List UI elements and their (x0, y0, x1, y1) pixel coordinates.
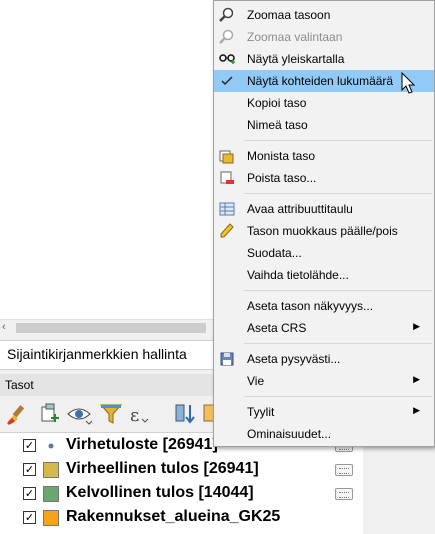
menu-item-duplicate-layer[interactable]: Monista taso (214, 145, 434, 167)
menu-item-set-layer-visibility[interactable]: Aseta tason näkyvyys... (214, 295, 434, 317)
menu-separator (244, 140, 432, 141)
table-icon (219, 201, 235, 217)
pencil-icon (219, 223, 235, 239)
style-brush-icon[interactable] (4, 401, 30, 427)
glasses-icon (219, 51, 235, 67)
add-group-icon[interactable] (36, 401, 62, 427)
submenu-arrow-icon: ▶ (413, 405, 420, 415)
layers-panel-header: Tasot (0, 374, 215, 396)
remove-layer-icon (219, 170, 235, 186)
layer-tree-scrollbar[interactable] (363, 432, 435, 534)
layer-row[interactable]: ✓ Kelvollinen tulos [14044] (0, 482, 363, 506)
layers-panel-title: Tasot (5, 378, 34, 392)
layers-toolbar: ε (0, 398, 215, 430)
layer-name: Kelvollinen tulos [14044] (66, 484, 254, 501)
polygon-symbol-icon (43, 486, 59, 502)
horizontal-scrollbar[interactable]: ‹ (0, 319, 215, 336)
menu-item-change-data-source[interactable]: Vaihda tietolähde... (214, 264, 434, 286)
check-icon (219, 73, 235, 89)
layer-tree: ✓ Virhetuloste [26941] ✓ Virheellinen tu… (0, 432, 363, 534)
filter-icon[interactable] (98, 401, 124, 427)
layer-row[interactable]: ✓ Rakennukset_alueina_GK25 (0, 506, 363, 530)
feature-count-badge-icon (335, 464, 353, 476)
menu-item-export[interactable]: Vie ▶ (214, 370, 434, 392)
point-symbol-icon (43, 438, 59, 454)
menu-separator (244, 290, 432, 291)
polygon-symbol-icon (43, 462, 59, 478)
bookmarks-panel-title: Sijaintikirjanmerkkien hallinta (7, 346, 187, 362)
menu-item-rename-layer[interactable]: Nimeä taso (214, 114, 434, 136)
menu-item-open-attribute-table[interactable]: Avaa attribuuttitaulu (214, 198, 434, 220)
layer-name: Virhetuloste [26941] (66, 436, 218, 453)
zoom-icon (219, 7, 235, 23)
menu-separator (244, 343, 432, 344)
browser-panel (0, 0, 215, 319)
menu-separator (244, 193, 432, 194)
layer-visibility-checkbox[interactable]: ✓ (23, 511, 36, 524)
layer-visibility-checkbox[interactable]: ✓ (23, 439, 36, 452)
layer-name: Virheellinen tulos [26941] (66, 460, 259, 477)
menu-item-show-in-overview[interactable]: Näytä yleiskartalla (214, 48, 434, 70)
menu-separator (244, 396, 432, 397)
bookmarks-panel-tab[interactable]: Sijaintikirjanmerkkien hallinta (0, 340, 215, 370)
layer-visibility-checkbox[interactable]: ✓ (23, 487, 36, 500)
menu-item-set-crs[interactable]: Aseta CRS ▶ (214, 317, 434, 339)
submenu-arrow-icon: ▶ (413, 321, 420, 331)
zoom-selection-icon (219, 29, 235, 45)
menu-item-filter[interactable]: Suodata... (214, 242, 434, 264)
duplicate-icon (219, 148, 235, 164)
menu-item-zoom-to-selection[interactable]: Zoomaa valintaan (214, 26, 434, 48)
menu-item-zoom-to-layer[interactable]: Zoomaa tasoon (214, 4, 434, 26)
expand-all-icon[interactable] (172, 401, 198, 427)
layer-visibility-checkbox[interactable]: ✓ (23, 463, 36, 476)
svg-text:ε: ε (130, 405, 139, 426)
menu-item-make-permanent[interactable]: Aseta pysyvästi... (214, 348, 434, 370)
eye-icon[interactable] (66, 401, 93, 427)
mouse-cursor-icon (401, 71, 417, 96)
menu-item-properties[interactable]: Ominaisuudet... (214, 423, 434, 445)
expression-filter-icon[interactable]: ε (128, 401, 154, 427)
feature-count-badge-icon (335, 488, 353, 500)
scrollbar-thumb[interactable] (16, 323, 206, 333)
menu-item-toggle-editing[interactable]: Tason muokkaus päälle/pois (214, 220, 434, 242)
polygon-symbol-icon (43, 510, 59, 526)
menu-item-styles[interactable]: Tyylit ▶ (214, 401, 434, 423)
scroll-left-icon[interactable]: ‹ (2, 321, 6, 333)
layer-row[interactable]: ✓ Virheellinen tulos [26941] (0, 458, 363, 482)
layer-name: Rakennukset_alueina_GK25 (66, 508, 281, 525)
layer-context-menu: Zoomaa tasoon Zoomaa valintaan Näytä yle… (213, 0, 435, 447)
submenu-arrow-icon: ▶ (413, 374, 420, 384)
menu-item-remove-layer[interactable]: Poista taso... (214, 167, 434, 189)
save-icon (219, 351, 235, 367)
